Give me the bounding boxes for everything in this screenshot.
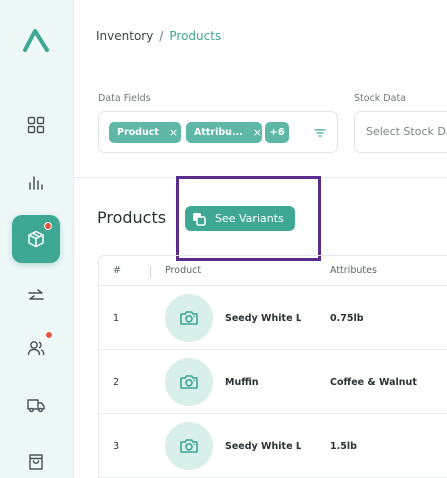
sidebar-item-shipping[interactable]	[12, 381, 60, 429]
app-window: Inventory / Products Data Fields Product…	[0, 0, 447, 478]
product-image-placeholder[interactable]	[165, 294, 213, 342]
sidebar-item-analytics[interactable]	[12, 158, 60, 206]
product-name: Seedy White Loa	[225, 441, 301, 452]
sidebar	[0, 0, 74, 478]
products-box-icon	[28, 230, 44, 248]
chip-attributes-remove-icon[interactable]: ×	[253, 126, 262, 139]
product-image-placeholder[interactable]	[165, 358, 213, 406]
notification-dot	[44, 222, 52, 230]
page-title: Products	[97, 208, 167, 227]
chip-attributes: Attribu... ×	[186, 122, 262, 143]
stock-data-label: Stock Data	[354, 93, 406, 104]
chip-product: Product ×	[109, 122, 181, 143]
data-fields-label: Data Fields	[98, 93, 151, 104]
shopping-bag-icon	[29, 454, 43, 470]
product-attributes: Coffee & Walnut	[330, 377, 417, 388]
highlight-box	[176, 176, 321, 261]
chip-attributes-label: Attribu...	[194, 127, 243, 138]
column-divider	[150, 266, 151, 278]
column-header-attributes[interactable]: Attributes	[330, 265, 377, 276]
sidebar-item-orders[interactable]	[12, 438, 60, 478]
stock-data-select[interactable]: Select Stock Da	[354, 111, 447, 153]
product-image-placeholder[interactable]	[165, 422, 213, 470]
row-index: 1	[113, 313, 120, 324]
product-attributes: 1.5lb	[330, 441, 357, 452]
notification-dot	[45, 331, 53, 339]
analytics-icon	[29, 176, 43, 190]
truck-icon	[27, 399, 45, 413]
transfer-icon	[28, 289, 44, 300]
column-header-product[interactable]: Product	[165, 265, 201, 276]
breadcrumb: Inventory / Products	[96, 29, 221, 43]
camera-icon	[180, 375, 198, 389]
users-icon	[27, 341, 45, 356]
sidebar-item-products[interactable]	[12, 215, 60, 263]
table-row[interactable]: 3 Seedy White Loa 1.5lb	[99, 414, 447, 478]
column-header-index: #	[113, 265, 121, 276]
stock-data-placeholder: Select Stock Da	[366, 125, 447, 138]
dashboard-icon	[27, 116, 45, 134]
product-attributes: 0.75lb	[330, 313, 364, 324]
more-chips-badge[interactable]: +6	[265, 122, 289, 143]
logo-icon[interactable]	[22, 27, 50, 53]
row-index: 3	[113, 441, 120, 452]
data-fields-select[interactable]: Product × Attribu... × +6	[98, 111, 338, 153]
breadcrumb-products: Products	[169, 29, 222, 43]
products-table: # Product Attributes 1 Seedy White Loa 0…	[98, 255, 447, 478]
breadcrumb-separator: /	[159, 29, 164, 43]
table-row[interactable]: 1 Seedy White Loa 0.75lb	[99, 286, 447, 350]
product-name: Seedy White Loa	[225, 313, 301, 324]
table-header: # Product Attributes	[99, 256, 447, 286]
chip-product-remove-icon[interactable]: ×	[169, 126, 178, 139]
sidebar-item-transfers[interactable]	[12, 272, 60, 320]
sidebar-item-dashboard[interactable]	[12, 101, 60, 149]
sidebar-item-users[interactable]	[12, 324, 60, 372]
camera-icon	[180, 439, 198, 453]
camera-icon	[180, 311, 198, 325]
breadcrumb-inventory[interactable]: Inventory	[96, 29, 153, 43]
product-name: Muffin	[225, 377, 259, 388]
table-row[interactable]: 2 Muffin Coffee & Walnut	[99, 350, 447, 414]
chip-product-label: Product	[117, 127, 159, 138]
filter-icon[interactable]	[313, 126, 327, 140]
row-index: 2	[113, 377, 120, 388]
